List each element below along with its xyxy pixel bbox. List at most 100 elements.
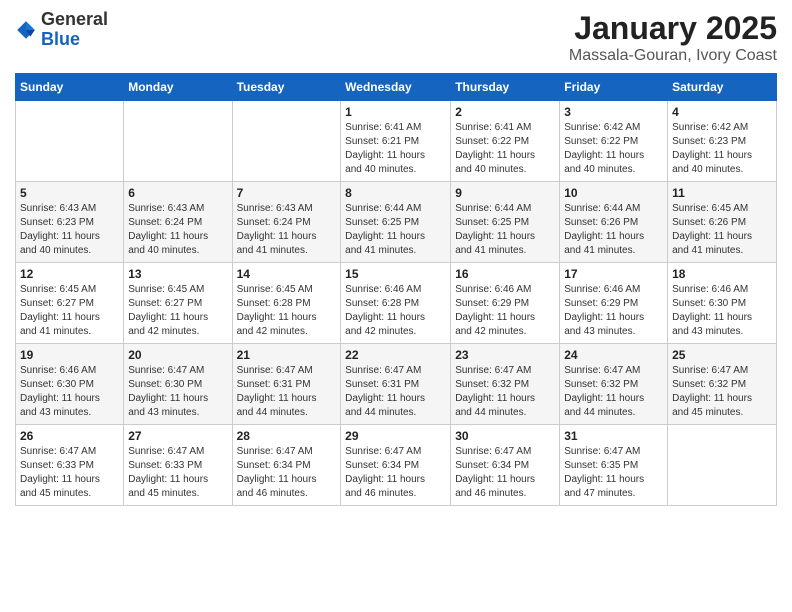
calendar-cell: 3Sunrise: 6:42 AMSunset: 6:22 PMDaylight…: [560, 101, 668, 182]
cell-info: Sunrise: 6:43 AMSunset: 6:24 PMDaylight:…: [237, 202, 337, 258]
calendar-cell: [16, 101, 124, 182]
calendar-cell: 18 Sunrise: 6:46 AMSunset: 6:30 PMDayligh…: [668, 263, 777, 344]
logo: General Blue: [15, 10, 108, 50]
cell-info: Sunrise: 6:46 AMSunset: 6:30 PMDaylight:…: [20, 364, 119, 420]
cell-date: 2: [455, 105, 555, 119]
cell-info: Sunrise: 6:44 AMSunset: 6:25 PMDaylight:…: [455, 202, 555, 258]
cell-date: 14: [237, 267, 337, 281]
cell-info: Sunrise: 6:46 AMSunset: 6:28 PMDaylight:…: [345, 283, 446, 339]
cell-info: Sunrise: 6:46 AMSunset: 6:29 PMDaylight:…: [455, 283, 555, 339]
cell-date: 18: [672, 267, 772, 281]
calendar-cell: 4Sunrise: 6:42 AMSunset: 6:23 PMDaylight…: [668, 101, 777, 182]
header: General Blue January 2025 Massala-Gouran…: [15, 10, 777, 65]
calendar-cell: 17Sunrise: 6:46 AMSunset: 6:29 PMDayligh…: [560, 263, 668, 344]
cell-date: 9: [455, 186, 555, 200]
cell-date: 24: [564, 348, 663, 362]
calendar-cell: 22 Sunrise: 6:47 AMSunset: 6:31 PMDayligh…: [341, 344, 451, 425]
cell-date: 3: [564, 105, 663, 119]
cell-date: 6: [128, 186, 227, 200]
cell-date: 15: [345, 267, 446, 281]
calendar-cell: 5Sunrise: 6:43 AMSunset: 6:23 PMDaylight…: [16, 182, 124, 263]
cell-date: 10: [564, 186, 663, 200]
cell-info: Sunrise: 6:47 AMSunset: 6:32 PMDaylight:…: [564, 364, 663, 420]
calendar-cell: 8Sunrise: 6:44 AMSunset: 6:25 PMDaylight…: [341, 182, 451, 263]
cell-date: 8: [345, 186, 446, 200]
cell-info: Sunrise: 6:47 AMSunset: 6:32 PMDaylight:…: [672, 364, 772, 420]
cell-info: Sunrise: 6:44 AMSunset: 6:26 PMDaylight:…: [564, 202, 663, 258]
calendar-cell: 24 Sunrise: 6:47 AMSunset: 6:32 PMDayligh…: [560, 344, 668, 425]
cell-date: 11: [672, 186, 772, 200]
cell-info: Sunrise: 6:46 AMSunset: 6:30 PMDaylight:…: [672, 283, 772, 339]
cell-info: Sunrise: 6:47 AMSunset: 6:30 PMDaylight:…: [128, 364, 227, 420]
calendar-cell: 29 Sunrise: 6:47 AMSunset: 6:34 PMDayligh…: [341, 425, 451, 506]
logo-blue: Blue: [41, 29, 80, 49]
cell-info: Sunrise: 6:43 AMSunset: 6:24 PMDaylight:…: [128, 202, 227, 258]
cell-date: 25: [672, 348, 772, 362]
calendar-cell: 31 Sunrise: 6:47 AMSunset: 6:35 PMDayligh…: [560, 425, 668, 506]
calendar-day-header: Saturday: [668, 74, 777, 101]
cell-info: Sunrise: 6:41 AMSunset: 6:21 PMDaylight:…: [345, 121, 446, 177]
cell-date: 1: [345, 105, 446, 119]
cell-info: Sunrise: 6:47 AMSunset: 6:33 PMDaylight:…: [128, 445, 227, 501]
calendar-cell: 20Sunrise: 6:47 AMSunset: 6:30 PMDayligh…: [124, 344, 232, 425]
cell-info: Sunrise: 6:43 AMSunset: 6:23 PMDaylight:…: [20, 202, 119, 258]
cell-info: Sunrise: 6:47 AMSunset: 6:32 PMDaylight:…: [455, 364, 555, 420]
calendar-week-row: 5Sunrise: 6:43 AMSunset: 6:23 PMDaylight…: [16, 182, 777, 263]
cell-date: 7: [237, 186, 337, 200]
cell-date: 22: [345, 348, 446, 362]
calendar-cell: 23 Sunrise: 6:47 AMSunset: 6:32 PMDayligh…: [451, 344, 560, 425]
cell-date: 12: [20, 267, 119, 281]
cell-info: Sunrise: 6:41 AMSunset: 6:22 PMDaylight:…: [455, 121, 555, 177]
logo-icon: [15, 19, 37, 41]
calendar-cell: [124, 101, 232, 182]
cell-info: Sunrise: 6:47 AMSunset: 6:34 PMDaylight:…: [455, 445, 555, 501]
cell-info: Sunrise: 6:45 AMSunset: 6:28 PMDaylight:…: [237, 283, 337, 339]
calendar-header-row: SundayMondayTuesdayWednesdayThursdayFrid…: [16, 74, 777, 101]
cell-info: Sunrise: 6:47 AMSunset: 6:31 PMDaylight:…: [345, 364, 446, 420]
cell-date: 23: [455, 348, 555, 362]
cell-date: 28: [237, 429, 337, 443]
logo-general: General: [41, 9, 108, 29]
calendar-cell: 16 Sunrise: 6:46 AMSunset: 6:29 PMDayligh…: [451, 263, 560, 344]
calendar-day-header: Thursday: [451, 74, 560, 101]
cell-date: 29: [345, 429, 446, 443]
calendar-day-header: Tuesday: [232, 74, 341, 101]
cell-info: Sunrise: 6:47 AMSunset: 6:31 PMDaylight:…: [237, 364, 337, 420]
calendar-cell: 6 Sunrise: 6:43 AMSunset: 6:24 PMDaylight…: [124, 182, 232, 263]
calendar-cell: 9 Sunrise: 6:44 AMSunset: 6:25 PMDaylight…: [451, 182, 560, 263]
calendar-cell: [232, 101, 341, 182]
calendar-cell: 14 Sunrise: 6:45 AMSunset: 6:28 PMDayligh…: [232, 263, 341, 344]
cell-date: 21: [237, 348, 337, 362]
calendar-cell: 30 Sunrise: 6:47 AMSunset: 6:34 PMDayligh…: [451, 425, 560, 506]
calendar-week-row: 1 Sunrise: 6:41 AMSunset: 6:21 PMDaylight…: [16, 101, 777, 182]
cell-info: Sunrise: 6:47 AMSunset: 6:33 PMDaylight:…: [20, 445, 119, 501]
cell-date: 30: [455, 429, 555, 443]
calendar-cell: 2 Sunrise: 6:41 AMSunset: 6:22 PMDaylight…: [451, 101, 560, 182]
page: General Blue January 2025 Massala-Gouran…: [0, 0, 792, 612]
calendar-cell: 11Sunrise: 6:45 AMSunset: 6:26 PMDayligh…: [668, 182, 777, 263]
cell-date: 31: [564, 429, 663, 443]
calendar-day-header: Sunday: [16, 74, 124, 101]
calendar-cell: 12 Sunrise: 6:45 AMSunset: 6:27 PMDayligh…: [16, 263, 124, 344]
cell-info: Sunrise: 6:47 AMSunset: 6:35 PMDaylight:…: [564, 445, 663, 501]
calendar-cell: 19Sunrise: 6:46 AMSunset: 6:30 PMDayligh…: [16, 344, 124, 425]
cell-info: Sunrise: 6:46 AMSunset: 6:29 PMDaylight:…: [564, 283, 663, 339]
cell-date: 13: [128, 267, 227, 281]
cell-info: Sunrise: 6:45 AMSunset: 6:27 PMDaylight:…: [128, 283, 227, 339]
title-location: Massala-Gouran, Ivory Coast: [569, 47, 777, 65]
calendar-day-header: Friday: [560, 74, 668, 101]
title-section: January 2025 Massala-Gouran, Ivory Coast: [569, 10, 777, 65]
calendar-day-header: Wednesday: [341, 74, 451, 101]
calendar-cell: 10 Sunrise: 6:44 AMSunset: 6:26 PMDayligh…: [560, 182, 668, 263]
calendar-cell: 25 Sunrise: 6:47 AMSunset: 6:32 PMDayligh…: [668, 344, 777, 425]
calendar-cell: 27Sunrise: 6:47 AMSunset: 6:33 PMDayligh…: [124, 425, 232, 506]
calendar-cell: 26Sunrise: 6:47 AMSunset: 6:33 PMDayligh…: [16, 425, 124, 506]
cell-info: Sunrise: 6:47 AMSunset: 6:34 PMDaylight:…: [237, 445, 337, 501]
cell-info: Sunrise: 6:47 AMSunset: 6:34 PMDaylight:…: [345, 445, 446, 501]
calendar-cell: 13 Sunrise: 6:45 AMSunset: 6:27 PMDayligh…: [124, 263, 232, 344]
calendar-cell: 21 Sunrise: 6:47 AMSunset: 6:31 PMDayligh…: [232, 344, 341, 425]
calendar-cell: 7 Sunrise: 6:43 AMSunset: 6:24 PMDaylight…: [232, 182, 341, 263]
cell-info: Sunrise: 6:45 AMSunset: 6:27 PMDaylight:…: [20, 283, 119, 339]
cell-info: Sunrise: 6:42 AMSunset: 6:23 PMDaylight:…: [672, 121, 772, 177]
cell-date: 16: [455, 267, 555, 281]
